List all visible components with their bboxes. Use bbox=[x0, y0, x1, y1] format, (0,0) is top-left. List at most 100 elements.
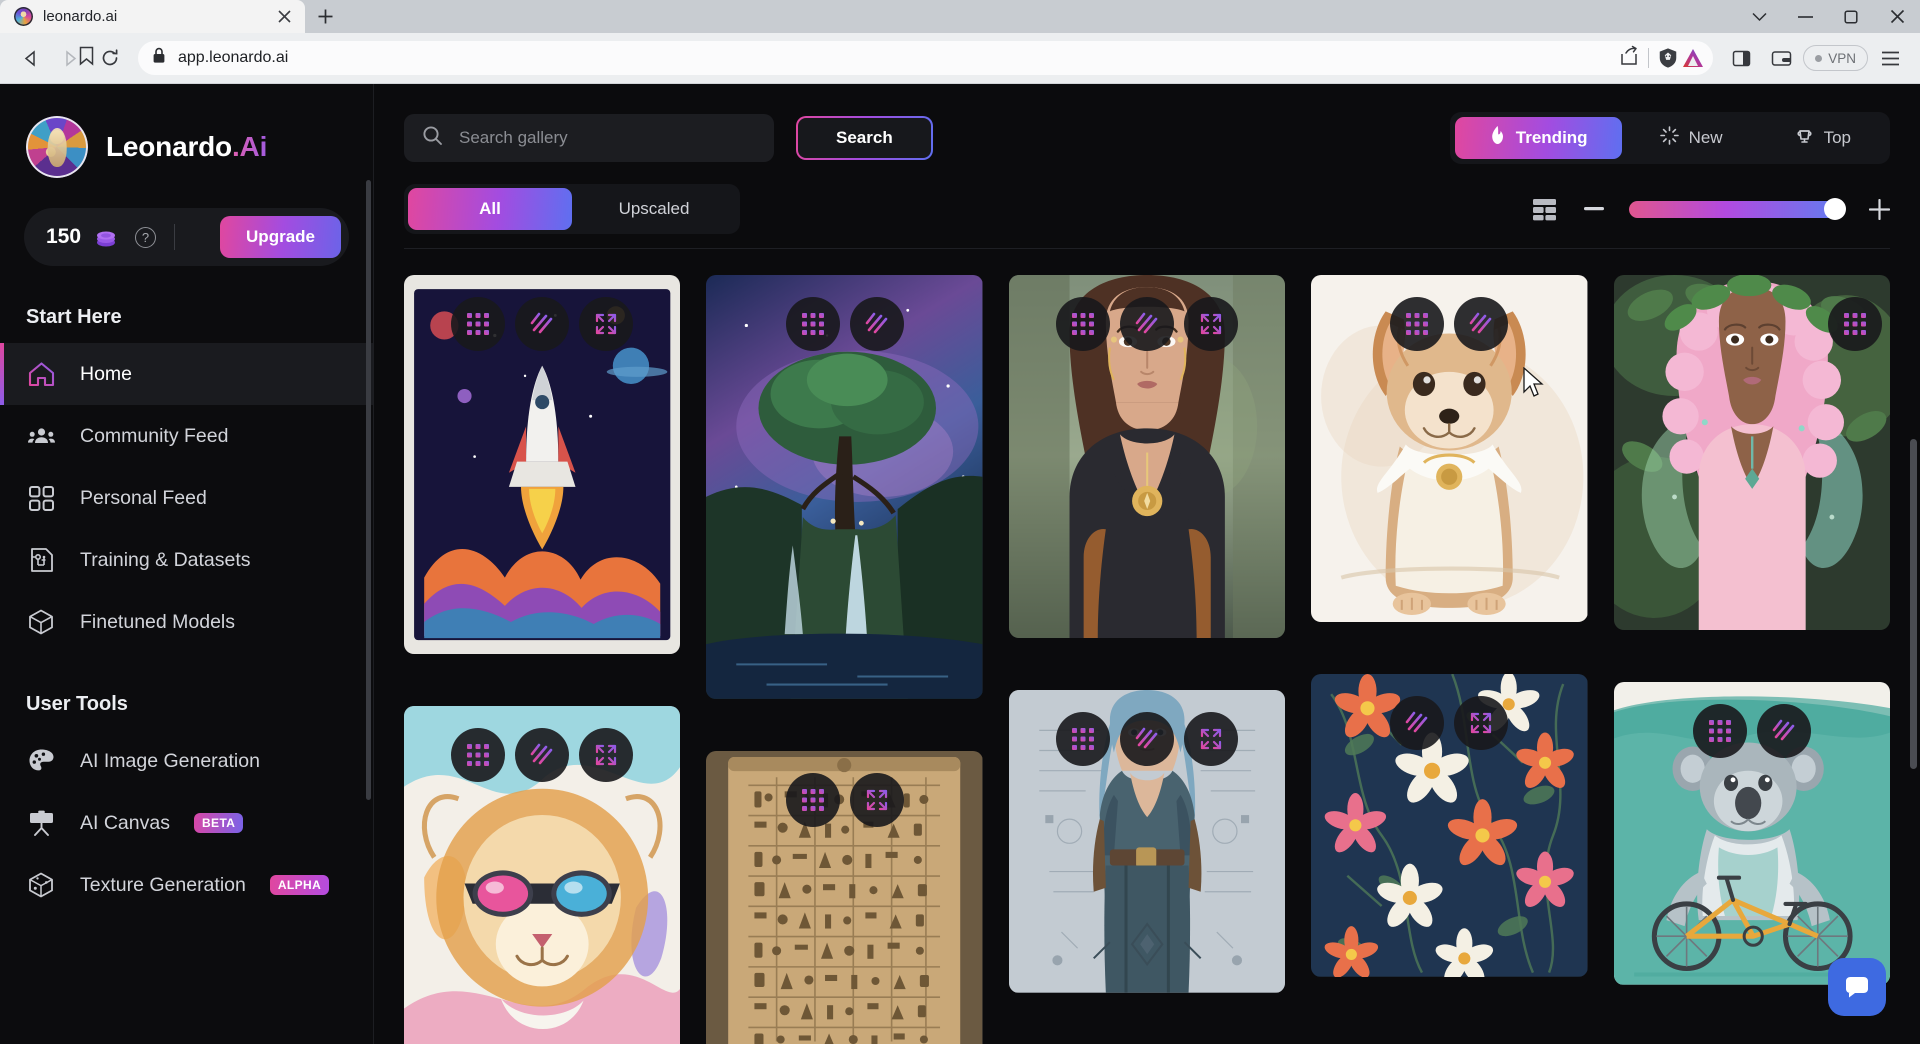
upscale-icon[interactable] bbox=[1120, 712, 1175, 767]
remix-icon[interactable] bbox=[1828, 297, 1883, 351]
filter-new[interactable]: New bbox=[1626, 117, 1757, 159]
support-chat-button[interactable] bbox=[1828, 958, 1886, 1016]
remix-icon[interactable] bbox=[1692, 704, 1747, 759]
section-title-start-here: Start Here bbox=[26, 306, 122, 328]
chevron-down-icon[interactable] bbox=[1736, 0, 1782, 33]
remix-icon[interactable] bbox=[785, 772, 840, 827]
filter-label: Top bbox=[1823, 128, 1851, 147]
close-icon[interactable] bbox=[273, 6, 295, 28]
remix-icon[interactable] bbox=[785, 297, 840, 351]
maximize-button[interactable] bbox=[1828, 0, 1874, 33]
bookmark-icon[interactable] bbox=[78, 46, 95, 71]
browser-tab[interactable]: leonardo.ai bbox=[0, 0, 305, 33]
gallery-scroll-area[interactable] bbox=[374, 249, 1920, 1044]
divider bbox=[174, 224, 176, 250]
share-icon[interactable] bbox=[1618, 45, 1640, 72]
upgrade-button[interactable]: Upgrade bbox=[220, 216, 341, 258]
filter-top[interactable]: Top bbox=[1761, 117, 1885, 159]
sidebar-item-label: AI Canvas bbox=[80, 811, 170, 834]
slider-thumb[interactable] bbox=[1824, 198, 1846, 220]
hamburger-menu-icon[interactable] bbox=[1872, 40, 1908, 76]
expand-icon[interactable] bbox=[1184, 297, 1239, 351]
window-close-button[interactable] bbox=[1874, 0, 1920, 33]
trophy-icon bbox=[1795, 126, 1814, 150]
search-input[interactable] bbox=[459, 128, 756, 148]
sidebar-item-ai-image-generation[interactable]: AI Image Generation bbox=[0, 730, 373, 792]
browser-window: leonardo.ai app.leonardo.ai VPN Leonardo… bbox=[0, 0, 1920, 1044]
back-icon[interactable] bbox=[12, 40, 48, 76]
gallery-card-lion-sunglasses[interactable] bbox=[404, 706, 681, 1044]
sidebar-item-ai-canvas[interactable]: AI Canvas BETA bbox=[0, 792, 373, 854]
credit-amount: 150 bbox=[46, 225, 82, 248]
gallery-card-cosmic-tree[interactable] bbox=[706, 275, 983, 699]
brave-shields-icon[interactable] bbox=[1657, 47, 1679, 69]
remix-icon[interactable] bbox=[451, 297, 506, 351]
gallery-card-boho-portrait[interactable] bbox=[1008, 275, 1286, 639]
gallery-column bbox=[404, 275, 681, 1044]
filter-trending[interactable]: Trending bbox=[1454, 117, 1622, 159]
gallery-card-hieroglyph-scroll[interactable] bbox=[706, 750, 983, 1044]
sidebar-item-home[interactable]: Home bbox=[0, 343, 373, 405]
gallery-toolbar: Search Trending bbox=[374, 84, 1920, 249]
sidebar-item-label: Texture Generation bbox=[80, 873, 246, 896]
sidebar-item-finetuned-models[interactable]: Finetuned Models bbox=[0, 591, 373, 653]
tab-all[interactable]: All bbox=[408, 188, 572, 230]
zoom-in-button[interactable] bbox=[1868, 198, 1890, 220]
url-bar[interactable]: app.leonardo.ai bbox=[79, 41, 1714, 75]
remix-icon[interactable] bbox=[1056, 297, 1111, 351]
layout-grid-icon[interactable] bbox=[1529, 194, 1559, 224]
sidebar-toggle-icon[interactable] bbox=[1723, 40, 1759, 76]
upscale-icon[interactable] bbox=[1756, 704, 1811, 759]
expand-icon[interactable] bbox=[1184, 712, 1239, 767]
cube-icon bbox=[26, 607, 56, 637]
filter-label: Trending bbox=[1515, 128, 1588, 147]
flame-icon bbox=[1489, 126, 1506, 150]
wallet-icon[interactable] bbox=[1763, 40, 1799, 76]
thumbnail-size-slider[interactable] bbox=[1629, 198, 1846, 220]
search-button[interactable]: Search bbox=[796, 116, 933, 160]
sidebar-scrollbar[interactable] bbox=[366, 180, 371, 800]
palette-icon bbox=[26, 746, 56, 776]
gallery-card-chihuahua[interactable] bbox=[1311, 275, 1588, 623]
gallery-column bbox=[1008, 275, 1286, 1044]
sidebar-item-community-feed[interactable]: Community Feed bbox=[0, 405, 373, 467]
leonardo-extension-icon[interactable] bbox=[1681, 47, 1704, 69]
sidebar-item-label: Training & Datasets bbox=[80, 548, 251, 571]
gallery-card-rocket-launch[interactable] bbox=[404, 275, 681, 655]
sidebar-item-texture-generation[interactable]: Texture Generation ALPHA bbox=[0, 854, 373, 916]
section-title-user-tools: User Tools bbox=[26, 693, 128, 715]
reload-icon[interactable] bbox=[92, 40, 128, 76]
gallery-card-floral-pattern[interactable] bbox=[1311, 674, 1588, 977]
sidebar-item-label: Home bbox=[80, 362, 133, 385]
artwork-image bbox=[1311, 275, 1588, 623]
mouse-cursor bbox=[1522, 366, 1544, 404]
help-icon[interactable]: ? bbox=[135, 226, 157, 248]
expand-icon[interactable] bbox=[849, 772, 904, 827]
sidebar-item-label: Personal Feed bbox=[80, 486, 207, 509]
gallery-card-blue-warrior[interactable] bbox=[1008, 690, 1286, 993]
upscale-icon[interactable] bbox=[1120, 297, 1175, 351]
gallery-card-pink-fairy[interactable] bbox=[1613, 275, 1891, 631]
sidebar-item-personal-feed[interactable]: Personal Feed bbox=[0, 467, 373, 529]
gallery-type-tabs: All Upscaled bbox=[404, 184, 740, 234]
expand-icon[interactable] bbox=[579, 297, 634, 351]
gallery-scrollbar[interactable] bbox=[1910, 439, 1917, 769]
artwork-image bbox=[1613, 682, 1891, 985]
upscale-icon[interactable] bbox=[515, 297, 570, 351]
app-root: Leonardo.Ai 150 ? Upgrade Start Here Hom… bbox=[0, 84, 1920, 1044]
zoom-out-button[interactable] bbox=[1583, 198, 1605, 220]
tab-upscaled[interactable]: Upscaled bbox=[572, 188, 736, 230]
toolbar-primary-row: Search Trending bbox=[404, 112, 1890, 164]
remix-icon[interactable] bbox=[1056, 712, 1111, 767]
sidebar-item-training-datasets[interactable]: Training & Datasets bbox=[0, 529, 373, 591]
new-tab-button[interactable] bbox=[305, 0, 345, 33]
minimize-button[interactable] bbox=[1782, 0, 1828, 33]
brand-logo[interactable]: Leonardo.Ai bbox=[0, 110, 373, 184]
artwork-image bbox=[706, 275, 983, 699]
upscale-icon[interactable] bbox=[849, 297, 904, 351]
filter-label: New bbox=[1688, 128, 1723, 147]
chip-icon bbox=[26, 545, 56, 575]
vpn-badge[interactable]: VPN bbox=[1803, 45, 1868, 71]
gallery-card-koala-cyclist[interactable] bbox=[1613, 682, 1891, 985]
search-field-wrapper[interactable] bbox=[404, 114, 774, 162]
